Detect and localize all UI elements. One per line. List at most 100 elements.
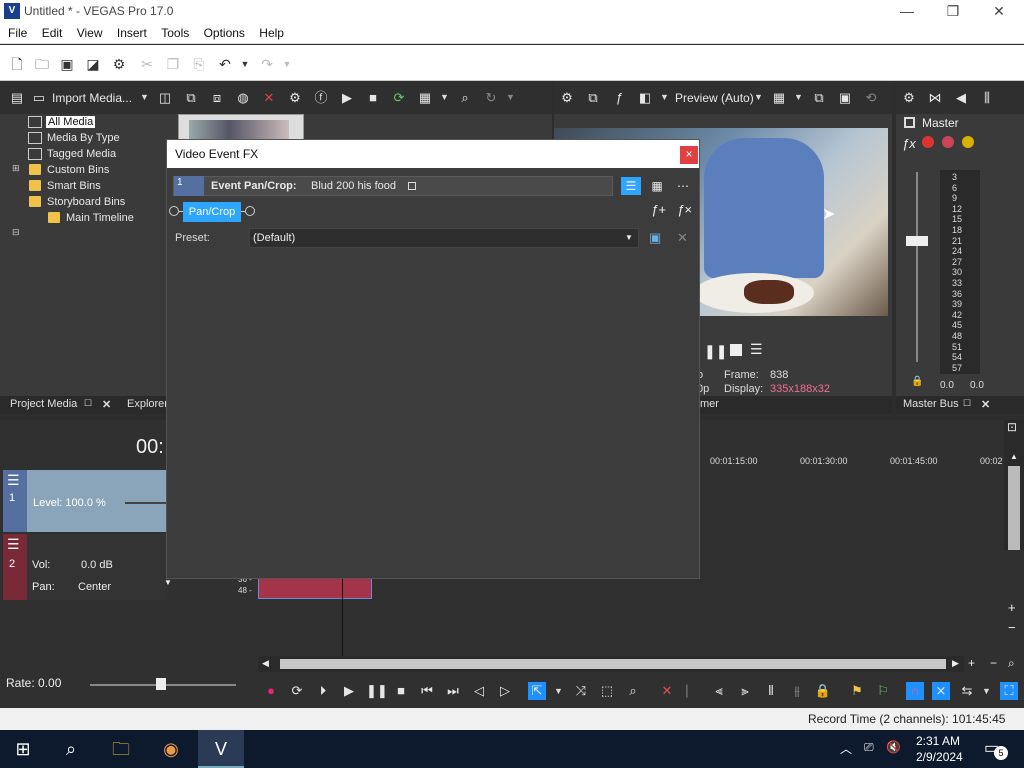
track2-header[interactable]: ☰ 2 [3,534,27,600]
clock-date[interactable]: 2/9/2024 [916,750,963,764]
tree-item-smart-bins[interactable]: Smart Bins [47,180,101,192]
trim-start-icon[interactable]: ⫷ [710,682,728,700]
zoom-in-vertical-icon[interactable]: + [1008,600,1016,615]
web-icon[interactable]: ◍ [234,89,252,107]
save-preset-icon[interactable]: ▣ [649,230,661,246]
remove-fx-icon[interactable]: ƒ× [677,202,692,217]
loop-icon[interactable]: ⟳ [288,682,306,700]
tab-close-icon[interactable]: ✕ [981,398,990,411]
h-scroll-thumb[interactable] [280,659,946,669]
get-media-icon[interactable]: ⧉ [182,89,200,107]
mixer-icon[interactable]: ⫼ [978,89,996,107]
list-view-icon[interactable]: ☰ [621,177,641,195]
zoom-out-icon[interactable]: − [990,656,997,670]
split-dropdown-icon[interactable]: ▼ [660,92,669,102]
tree-item-custom-bins[interactable]: Custom Bins [47,164,109,176]
fx-plugin-icon[interactable]: ⓕ [312,89,330,107]
region-icon[interactable]: ⚐ [874,682,892,700]
preset-dropdown-icon[interactable]: ▼ [625,233,633,242]
tree-item-all-media[interactable]: All Media [46,116,96,128]
plugin-s-icon[interactable] [962,136,974,148]
lock-icon[interactable]: 🔒 [911,376,923,387]
import-media-button[interactable]: Import Media... [52,91,132,105]
undock-icon[interactable]: ☐ [84,398,92,409]
envelope-tool-icon[interactable]: ⤨ [572,682,590,700]
edit-tool-icon[interactable]: ⇱ [528,682,546,700]
network-icon[interactable]: ⎚ [864,740,874,755]
lock-envelopes-icon[interactable]: ⛶ [1000,682,1018,700]
track-menu-icon[interactable]: ☰ [7,536,20,553]
overlays-grid-icon[interactable]: ▦ [770,89,788,107]
tray-chevron-icon[interactable]: ︿ [840,740,852,757]
maximize-button[interactable]: ❐ [930,0,976,24]
minimize-button[interactable]: — [884,0,930,24]
scroll-up-icon[interactable]: ▲ [1010,452,1018,461]
copy-icon[interactable]: ❐ [164,55,182,73]
video-fx-icon[interactable]: ƒ [610,89,628,107]
menu-file[interactable]: File [8,24,27,40]
menu-tools[interactable]: Tools [161,24,189,40]
audio-event[interactable] [258,577,372,599]
zoom-tool-icon[interactable]: ⌕ [624,682,642,700]
refresh-icon[interactable]: ↻ [482,89,500,107]
capture-icon[interactable]: ◫ [156,89,174,107]
record-icon[interactable]: ● [262,682,280,700]
remove-icon[interactable]: ✕ [260,89,278,107]
pause-icon[interactable]: ❚❚ [704,343,727,360]
save-icon[interactable]: ▣ [58,55,76,73]
external-monitor-icon[interactable]: ⧉ [584,89,602,107]
redo-icon[interactable]: ↷ [258,55,276,73]
grid-view-icon[interactable]: ▦ [647,177,667,195]
auto-crossfade-icon[interactable]: ⨯ [932,682,950,700]
split-icon[interactable]: ⫴ [762,682,780,700]
trim-end-icon[interactable]: ⫸ [736,682,754,700]
cut-icon[interactable]: ✂ [138,55,156,73]
tab-master-bus[interactable]: Master Bus [903,398,959,410]
paste-icon[interactable]: ⎘ [190,55,208,73]
sync-icon[interactable]: ⟲ [862,89,880,107]
pan-value[interactable]: Center [78,581,111,593]
undo-icon[interactable]: ↶ [216,55,234,73]
menu-insert[interactable]: Insert [117,24,147,40]
file-explorer-icon[interactable]: 🗀 [98,730,144,768]
master-fx-icon[interactable]: ƒx [902,136,916,151]
zoom-in-icon[interactable]: + [968,656,975,670]
go-to-end-icon[interactable]: ⏭ [444,682,462,700]
vol-value[interactable]: 0.0 dB [81,559,113,571]
plugin-nb-icon[interactable] [942,136,954,148]
stop-icon[interactable] [730,344,742,356]
tree-item-media-by-type[interactable]: Media By Type [47,132,120,144]
scroll-right-icon[interactable]: ▶ [952,658,959,669]
views-dropdown-icon[interactable]: ▼ [440,92,449,102]
refresh-dropdown-icon[interactable]: ▼ [506,92,515,102]
lock-envelope-icon[interactable]: 🔒 [814,682,832,700]
volume-muted-icon[interactable]: 🔇 [886,740,901,754]
tab-project-media[interactable]: Project Media [10,398,77,410]
compact-view-icon[interactable]: ⋯ [673,177,693,195]
quality-dropdown-icon[interactable]: ▼ [754,92,763,102]
preview-stop-icon[interactable]: ■ [364,89,382,107]
undo-dropdown-icon[interactable]: ▼ [236,55,254,73]
search-icon[interactable]: ⌕ [456,89,474,107]
media-properties-icon[interactable]: ⚙ [286,89,304,107]
tab-close-icon[interactable]: ✕ [102,398,111,411]
trim-icon[interactable]: ⎸ [684,682,702,700]
playhead-cursor[interactable] [342,570,343,660]
track1-header[interactable]: ☰ 1 [3,470,27,532]
speaker-icon[interactable]: ◀ [952,89,970,107]
chrome-icon[interactable]: ◉ [148,730,194,768]
zoom-out-vertical-icon[interactable]: − [1008,620,1016,635]
tab-video-preview[interactable]: mer [700,398,719,410]
redo-dropdown-icon[interactable]: ▼ [278,55,296,73]
tree-item-main-timeline[interactable]: Main Timeline [66,212,134,224]
delete-preset-icon[interactable]: ✕ [677,230,688,246]
menu-options[interactable]: Options [204,24,245,40]
menu-view[interactable]: View [77,24,103,40]
pan-slider-thumb[interactable]: ▼ [164,578,172,587]
ripple-icon[interactable]: ⫵ [788,682,806,700]
tree-item-storyboard-bins[interactable]: Storyboard Bins [47,196,125,208]
master-settings-icon[interactable]: ⚙ [900,89,918,107]
selection-tool-icon[interactable]: ⬚ [598,682,616,700]
media-fx-icon[interactable]: ⧈ [208,89,226,107]
import-media-icon[interactable]: ▭ [30,89,48,107]
